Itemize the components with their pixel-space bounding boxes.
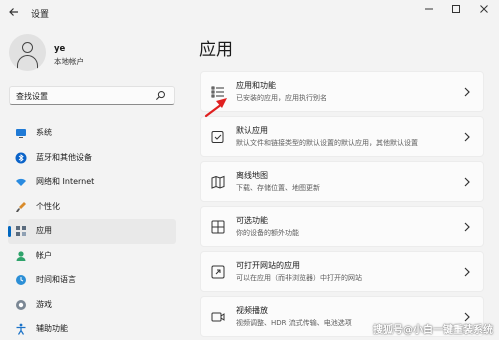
card-apps-for-websites[interactable]: 可打开网站的应用 可以在应用（而非浏览器）中打开的网站 [200, 251, 484, 292]
sidebar-item-accessibility[interactable]: 辅助功能 [8, 317, 176, 340]
sidebar-item-label: 网络和 Internet [36, 177, 95, 186]
sidebar-item-label: 帐户 [36, 250, 52, 260]
app-title: 设置 [31, 10, 50, 20]
sidebar-item-label: 游戏 [36, 299, 52, 309]
sidebar-item-bluetooth[interactable]: 蓝牙和其他设备 [8, 146, 176, 171]
card-apps-features[interactable]: 应用和功能 已安装的应用，应用执行别名 [200, 71, 484, 112]
card-title: 默认应用 [236, 126, 268, 135]
card-offline-maps[interactable]: 离线地图 下载、存储位置、地图更新 [200, 161, 484, 202]
bluetooth-icon [15, 152, 27, 163]
search-icon[interactable] [155, 90, 166, 101]
account-type: 本地帐户 [54, 57, 84, 66]
back-arrow-icon[interactable] [8, 6, 24, 22]
user-head-shape [22, 42, 33, 53]
sidebar-item-apps[interactable]: 应用 [8, 219, 176, 244]
sidebar-item-network[interactable]: 网络和 Internet [8, 170, 176, 195]
user-torso-shape [17, 55, 38, 69]
open-link-icon [211, 265, 225, 279]
title-bar: 设置 [0, 0, 499, 28]
sidebar-item-label: 蓝牙和其他设备 [36, 152, 92, 162]
card-subtitle: 视频调整、HDR 流式传输、电池选项 [236, 319, 352, 327]
card-subtitle: 可以在应用（而非浏览器）中打开的网站 [236, 274, 362, 282]
search-placeholder: 查找设置 [16, 92, 48, 101]
maximize-icon[interactable] [447, 4, 465, 18]
chevron-right-icon [464, 222, 470, 232]
brush-icon [16, 201, 26, 212]
card-title: 视频播放 [236, 306, 268, 315]
sidebar-item-label: 系统 [36, 128, 52, 137]
search-input[interactable]: 查找设置 [9, 86, 175, 105]
card-title: 可选功能 [236, 216, 268, 225]
chevron-right-icon [464, 267, 470, 277]
sidebar-item-system[interactable]: 系统 [8, 121, 176, 146]
sidebar-item-label: 辅助功能 [36, 324, 68, 333]
monitor-icon [16, 129, 26, 138]
default-apps-icon [211, 131, 224, 143]
sidebar-item-personalization[interactable]: 个性化 [8, 195, 176, 220]
sidebar-nav: 系统 蓝牙和其他设备 网络和 Internet 个性化 应用 帐户 时间和语言 … [8, 121, 176, 340]
sidebar-item-time-language[interactable]: 时间和语言 [8, 268, 176, 293]
video-icon [211, 312, 225, 322]
minimize-icon[interactable] [420, 4, 438, 18]
avatar[interactable] [9, 34, 46, 71]
card-subtitle: 你的设备的额外功能 [236, 229, 299, 237]
watermark: 搜狐号@小白一键重装系统 [373, 325, 493, 336]
account-icon [16, 250, 26, 261]
chevron-right-icon [464, 87, 470, 97]
close-icon[interactable] [475, 4, 493, 18]
card-subtitle: 默认文件和链接类型的默认设置的默认应用，其他默认设置 [236, 139, 418, 147]
selection-indicator [8, 226, 11, 237]
globe-clock-icon [16, 275, 26, 285]
card-title: 应用和功能 [236, 81, 276, 90]
card-subtitle: 下载、存储位置、地图更新 [236, 184, 320, 192]
accessibility-icon [16, 323, 26, 335]
chevron-right-icon [464, 177, 470, 187]
sidebar-item-accounts[interactable]: 帐户 [8, 244, 176, 269]
page-title: 应用 [199, 40, 233, 60]
wifi-icon [16, 178, 26, 186]
apps-icon [16, 226, 26, 236]
sidebar-item-gaming[interactable]: 游戏 [8, 293, 176, 318]
chevron-right-icon [464, 132, 470, 142]
card-subtitle: 已安装的应用，应用执行别名 [236, 94, 327, 102]
card-optional-features[interactable]: 可选功能 你的设备的额外功能 [200, 206, 484, 247]
optional-features-icon [211, 220, 225, 234]
sidebar-item-label: 时间和语言 [36, 275, 76, 284]
gamepad-icon [16, 299, 26, 310]
card-title: 离线地图 [236, 171, 268, 180]
sidebar-item-label: 个性化 [36, 201, 60, 211]
map-icon [211, 175, 225, 189]
red-arrow-icon [204, 98, 227, 118]
card-default-apps[interactable]: 默认应用 默认文件和链接类型的默认设置的默认应用，其他默认设置 [200, 116, 484, 157]
card-title: 可打开网站的应用 [236, 261, 300, 270]
sidebar-item-label: 应用 [36, 226, 52, 235]
user-name: ye [54, 44, 66, 54]
